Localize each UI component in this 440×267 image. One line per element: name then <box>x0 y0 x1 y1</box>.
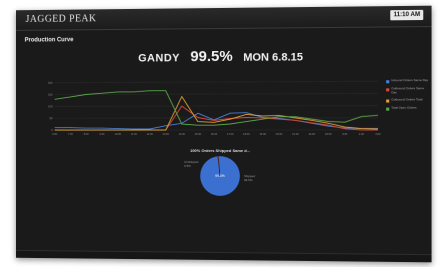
gridline <box>55 106 378 107</box>
pie-label-shipped: Shipped 99.5% <box>244 174 255 182</box>
legend-swatch <box>386 80 390 84</box>
x-tick-label: 19:00 <box>259 132 266 136</box>
legend-item: Outbound Orders Total <box>386 97 429 103</box>
legend-swatch <box>386 99 390 103</box>
shipped-percent: 99.5% <box>190 47 233 66</box>
x-tick-label: 16:00 <box>211 132 218 136</box>
legend-item: Outbound Orders Same Day <box>386 86 429 94</box>
x-tick-label: 21:00 <box>292 132 299 136</box>
legend-swatch <box>386 88 390 92</box>
x-tick-label: 9:00 <box>100 132 105 136</box>
legend-label: Outbound Orders Same Day <box>391 86 425 94</box>
x-tick-label: 12:00 <box>147 132 154 136</box>
x-tick-label: 18:00 <box>243 132 250 136</box>
site-name: GANDY <box>138 52 180 65</box>
x-tick-label: 13:00 <box>163 132 170 136</box>
series-line-0 <box>55 112 378 129</box>
gridline <box>55 81 378 82</box>
top-bar: JAGGED PEAK 11:10 AM <box>15 5 432 31</box>
brand-logo: JAGGED PEAK <box>25 13 97 25</box>
x-tick-label: 7:00 <box>68 132 73 136</box>
shipped-pie-chart: 99.5% <box>200 155 240 197</box>
legend-item: Inbound Orders Same Day <box>386 78 429 84</box>
y-tick-label: 100 <box>48 104 53 108</box>
x-tick-label: 11:00 <box>131 132 138 136</box>
x-tick-label: 8:00 <box>84 132 89 136</box>
pie-center-value: 99.5% <box>215 174 225 178</box>
legend-label: Outbound Orders Total <box>391 97 423 102</box>
clock-badge: 11:10 AM <box>390 9 424 21</box>
legend-swatch <box>386 107 390 111</box>
dashboard-window: JAGGED PEAK 11:10 AM Production Curve GA… <box>15 5 432 263</box>
x-tick-label: 17:00 <box>227 132 234 136</box>
footer-bar <box>15 249 432 263</box>
pie-label-shipped-value: 99.5% <box>244 178 253 183</box>
x-tick-label: 10:00 <box>115 132 122 136</box>
x-tick-label: 15:00 <box>195 132 202 136</box>
x-tick-label: 2:00 <box>375 132 381 136</box>
legend-item: Total Open Orders <box>386 105 429 111</box>
headline: GANDY 99.5% MON 6.8.15 <box>16 46 432 67</box>
y-tick-label: 50 <box>49 116 53 120</box>
pie-label-unshipped: Unshipped 0.5% <box>184 160 198 168</box>
x-tick-label: 0:00 <box>342 132 348 136</box>
y-tick-label: 150 <box>48 93 53 97</box>
pie-label-unshipped-value: 0.5% <box>184 163 191 168</box>
x-tick-label: 20:00 <box>276 132 283 136</box>
y-tick-label: 200 <box>48 81 53 85</box>
x-tick-label: 6:00 <box>52 132 57 136</box>
x-tick-label: 23:00 <box>325 132 332 136</box>
panel-title: Production Curve <box>24 37 74 44</box>
x-tick-label: 22:00 <box>309 132 316 136</box>
legend-label: Total Open Orders <box>391 105 417 110</box>
y-tick-label: 0 <box>51 128 53 132</box>
production-line-chart: 200 150 100 50 06:00 7:00 8:00 9:00 10:00 11:00 12… <box>48 77 381 136</box>
x-tick-label: 1:00 <box>359 132 365 136</box>
gridline <box>55 93 378 94</box>
chart-legend: Inbound Orders Same Day Outbound Orders S… <box>386 78 429 115</box>
pie-title: 100% Orders Shipped Same d... <box>190 147 251 154</box>
headline-date: MON 6.8.15 <box>243 51 303 64</box>
x-tick-label: 14:00 <box>179 132 186 136</box>
legend-label: Inbound Orders Same Day <box>391 78 429 83</box>
